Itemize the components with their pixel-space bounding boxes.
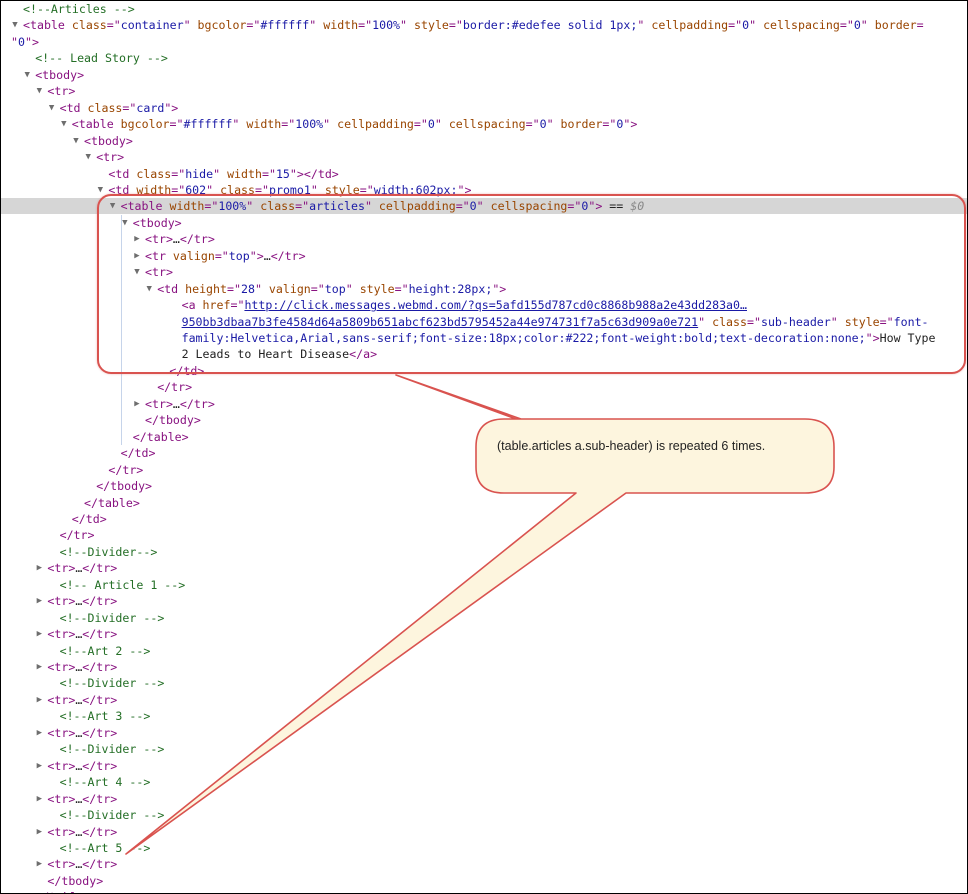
callout-text: (table.articles a.sub-header) is repeate… bbox=[497, 439, 766, 453]
devtools-elements-panel: <!--Articles --> ▼ <table class="container… bbox=[0, 0, 968, 894]
callout-bubble bbox=[125, 374, 835, 855]
